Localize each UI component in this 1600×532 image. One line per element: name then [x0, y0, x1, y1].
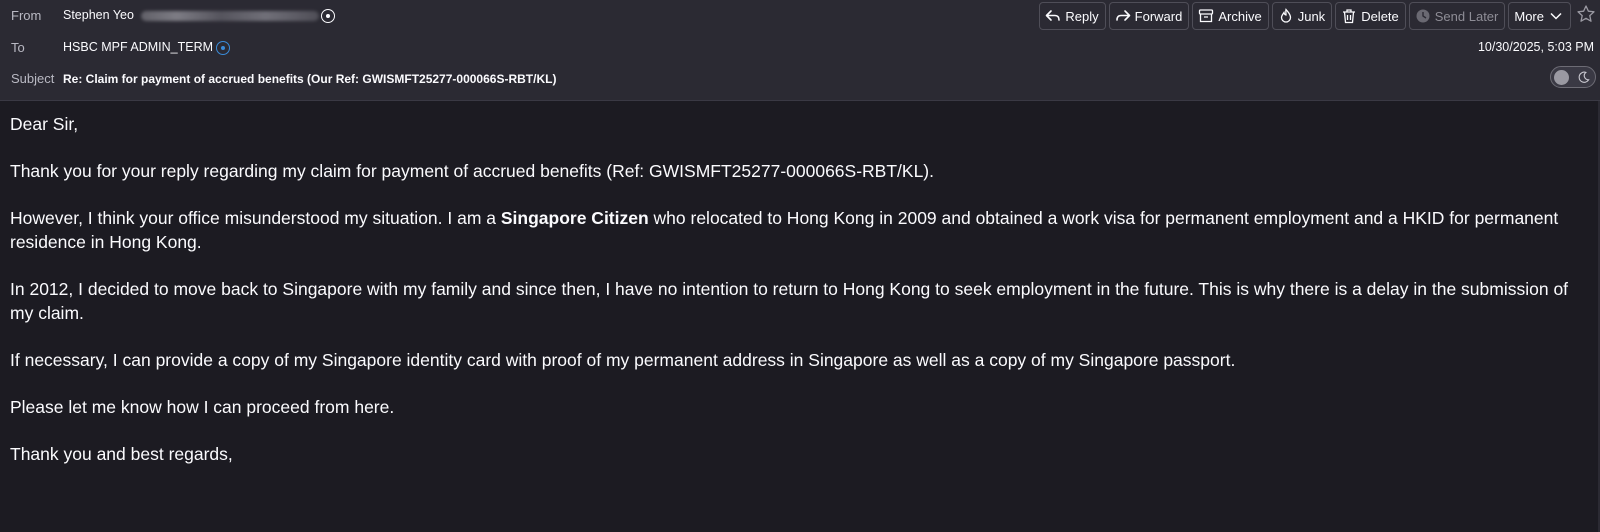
junk-button[interactable]: Junk [1271, 2, 1333, 30]
forward-icon [1115, 10, 1130, 21]
subject-text: Re: Claim for payment of accrued benefit… [63, 72, 557, 86]
message-header: From Stephen Yeo To HSBC MPF ADMIN_TERM … [0, 0, 1600, 101]
forward-button[interactable]: Forward [1108, 2, 1190, 30]
paragraph-3: In 2012, I decided to move back to Singa… [10, 279, 1569, 323]
subject-label: Subject [11, 71, 55, 86]
to-name[interactable]: HSBC MPF ADMIN_TERM [63, 40, 213, 54]
junk-icon [1280, 8, 1291, 23]
contact-icon[interactable] [321, 9, 335, 23]
message-date: 10/30/2025, 5:03 PM [1477, 40, 1594, 54]
forward-label: Forward [1134, 8, 1183, 24]
paragraph-2: However, I think your office misundersto… [10, 206, 1570, 254]
delete-button[interactable]: Delete [1335, 2, 1406, 30]
dark-mode-toggle[interactable] [1550, 66, 1596, 88]
delete-icon [1343, 9, 1356, 24]
reply-button[interactable]: Reply [1039, 2, 1106, 30]
from-name[interactable]: Stephen Yeo [63, 8, 134, 22]
paragraph-4: If necessary, I can provide a copy of my… [10, 350, 1236, 370]
contact-icon[interactable] [216, 41, 230, 55]
archive-icon [1199, 9, 1214, 23]
send-later-button[interactable]: Send Later [1408, 2, 1506, 30]
to-label: To [11, 40, 25, 55]
reply-icon [1046, 10, 1061, 21]
paragraph-1: Thank you for your reply regarding my cl… [10, 161, 934, 181]
archive-button[interactable]: Archive [1192, 2, 1269, 30]
singapore-citizen-bold: Singapore Citizen [500, 208, 649, 228]
archive-label: Archive [1218, 8, 1262, 24]
redacted-email [141, 11, 319, 21]
closing: Thank you and best regards, [10, 444, 233, 464]
greeting: Dear Sir, [10, 114, 79, 134]
send-later-label: Send Later [1434, 8, 1499, 24]
from-label: From [11, 8, 42, 23]
delete-label: Delete [1361, 8, 1399, 24]
moon-icon [1578, 71, 1590, 83]
reply-label: Reply [1065, 8, 1099, 24]
message-toolbar: Reply Forward Archive Junk Delete Send L… [1039, 2, 1571, 30]
more-button[interactable]: More [1508, 2, 1571, 30]
paragraph-2-start: However, I think your office misundersto… [10, 208, 501, 228]
send-later-icon [1416, 9, 1430, 23]
more-label: More [1514, 8, 1544, 24]
paragraph-5: Please let me know how I can proceed fro… [10, 397, 395, 417]
star-icon[interactable] [1576, 4, 1596, 24]
junk-label: Junk [1297, 8, 1326, 24]
message-body: Dear Sir, Thank you for your reply regar… [10, 112, 1570, 489]
toggle-knob [1554, 70, 1569, 85]
chevron-down-icon [1550, 12, 1562, 20]
